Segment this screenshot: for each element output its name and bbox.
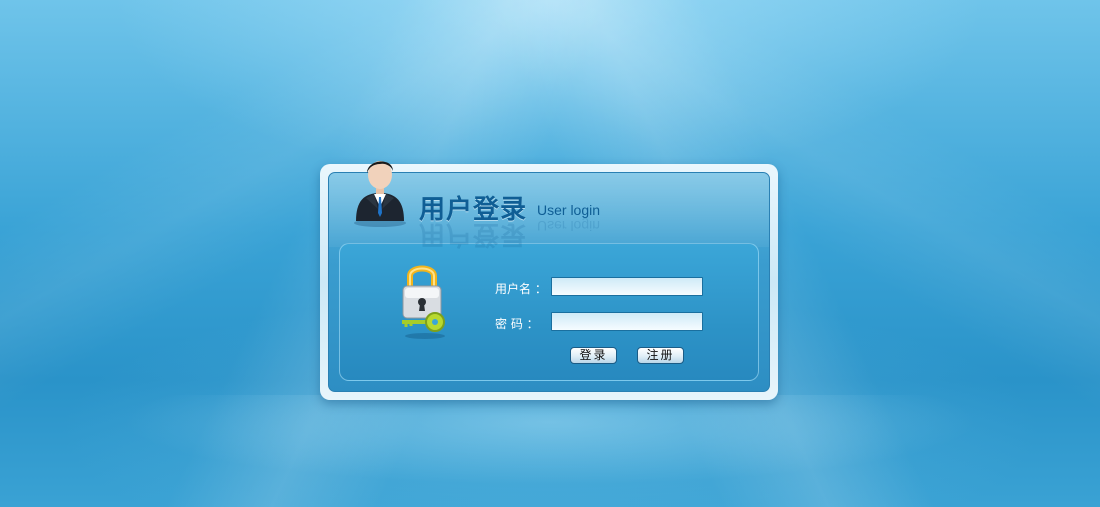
businessman-avatar-icon (354, 161, 406, 227)
padlock-key-icon (402, 265, 445, 339)
password-input[interactable] (551, 312, 703, 331)
username-input[interactable] (551, 277, 703, 296)
password-label: 密 码 ： (495, 317, 539, 331)
login-title-english-reflection: User login (537, 218, 601, 234)
username-label: 用户名 ： (495, 282, 547, 296)
login-button[interactable]: 登录 (570, 347, 617, 364)
register-button[interactable]: 注册 (637, 347, 684, 364)
login-title-english: User login (537, 202, 601, 218)
background-floor-glow (120, 395, 980, 485)
login-title-chinese-reflection: 用户登录 (419, 219, 528, 249)
